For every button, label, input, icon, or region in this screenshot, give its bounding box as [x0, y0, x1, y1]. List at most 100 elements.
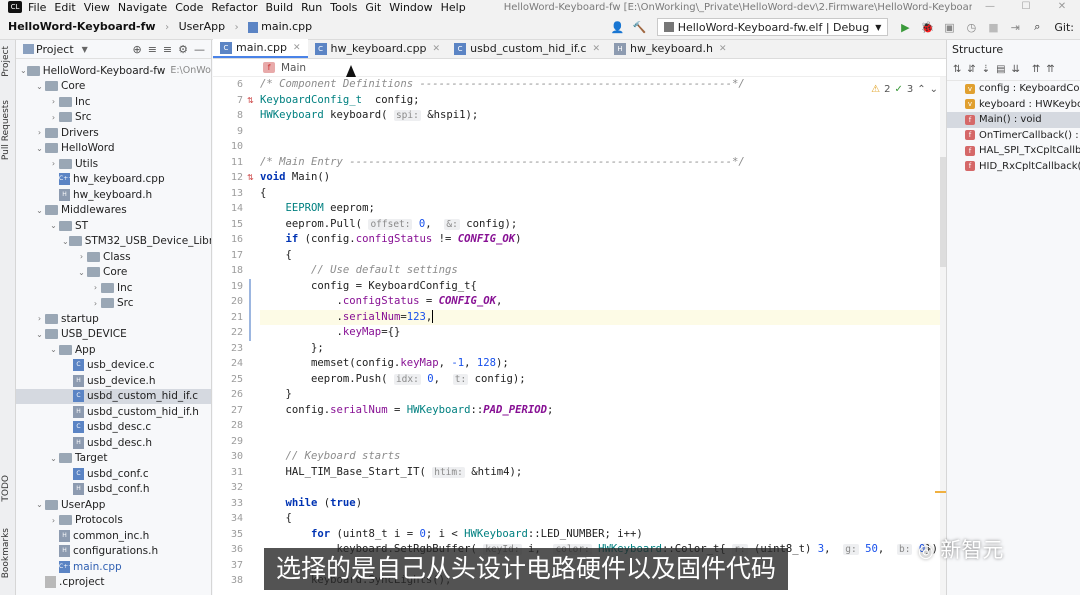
breadcrumb-folder[interactable]: UserApp [179, 20, 226, 33]
tree-folder[interactable]: › Protocols [16, 513, 211, 529]
stop-icon[interactable]: ■ [985, 19, 1001, 35]
tree-file[interactable]: C++ main.cpp [16, 559, 211, 575]
chevron-right-icon[interactable]: › [48, 159, 59, 168]
tab-usbd_custom_hid_if-c[interactable]: Cusbd_custom_hid_if.c ✕ [447, 39, 607, 58]
expand-icon[interactable]: ⇊ [1012, 64, 1020, 75]
tree-folder[interactable]: › Drivers [16, 125, 211, 141]
menu-item-window[interactable]: Window [389, 1, 432, 14]
tree-folder[interactable]: ⌄ ST [16, 218, 211, 234]
chevron-down-icon[interactable]: ⌄ [34, 144, 45, 153]
chevron-right-icon[interactable]: › [34, 128, 45, 137]
menu-item-refactor[interactable]: Refactor [211, 1, 257, 14]
menu-item-help[interactable]: Help [441, 1, 466, 14]
breadcrumb-file[interactable]: main.cpp [261, 20, 312, 33]
menu-item-file[interactable]: File [28, 1, 46, 14]
tree-folder[interactable]: › Inc [16, 280, 211, 296]
minimize-icon[interactable]: — [972, 0, 1008, 14]
show-fields-icon[interactable]: ⇣ [982, 64, 990, 75]
chevron-right-icon[interactable]: › [90, 283, 101, 292]
tab-hw_keyboard-h[interactable]: Hhw_keyboard.h ✕ [607, 39, 734, 58]
locate-icon[interactable]: ⊕ [132, 43, 141, 56]
todo-tool-button[interactable]: TODO [1, 475, 11, 502]
hide-icon[interactable]: — [194, 43, 205, 56]
structure-item[interactable]: f OnTimerCallback() : void [947, 128, 1080, 144]
close-tab-icon[interactable]: ✕ [293, 43, 301, 53]
expand-all-icon[interactable]: ≡ [148, 43, 157, 56]
tree-file[interactable]: Cusb_device.c [16, 358, 211, 374]
chevron-right-icon[interactable]: › [48, 516, 59, 525]
coverage-icon[interactable]: ▣ [941, 19, 957, 35]
structure-item[interactable]: f HID_RxCpltCallback(uint8_t*) [947, 159, 1080, 175]
chevron-right-icon[interactable]: › [76, 252, 87, 261]
tree-file[interactable]: .cproject [16, 575, 211, 591]
chevron-down-icon[interactable]: ⌄ [20, 66, 27, 75]
debug-icon[interactable]: 🐞 [919, 19, 935, 35]
chevron-down-icon[interactable]: ⌄ [34, 82, 45, 91]
show-inherited-icon[interactable]: ▤ [996, 64, 1005, 75]
tree-file[interactable]: Cusbd_conf.c [16, 466, 211, 482]
bookmarks-tool-button[interactable]: Bookmarks [1, 528, 11, 578]
chevron-down-icon[interactable]: ▼ [82, 45, 88, 54]
search-icon[interactable]: ⌕ [1029, 19, 1045, 35]
chevron-right-icon[interactable]: › [48, 97, 59, 106]
menu-item-code[interactable]: Code [175, 1, 203, 14]
tree-folder[interactable]: ⌄ STM32_USB_Device_Librar [16, 234, 211, 250]
close-tab-icon[interactable]: ✕ [719, 44, 727, 54]
menu-item-git[interactable]: Git [365, 1, 381, 14]
tree-folder[interactable]: › Utils [16, 156, 211, 172]
tree-file[interactable]: Husbd_desc.h [16, 435, 211, 451]
tree-file[interactable]: Hhw_keyboard.h [16, 187, 211, 203]
tab-hw_keyboard-cpp[interactable]: Chw_keyboard.cpp ✕ [308, 39, 448, 58]
structure-item[interactable]: f Main() : void [947, 112, 1080, 128]
tab-main-cpp[interactable]: Cmain.cpp ✕ [213, 39, 308, 58]
attach-icon[interactable]: ⇥ [1007, 19, 1023, 35]
function-breadcrumb[interactable]: Main [281, 62, 306, 74]
tree-file[interactable]: Hcommon_inc.h [16, 528, 211, 544]
run-icon[interactable]: ▶ [897, 19, 913, 35]
menu-item-navigate[interactable]: Navigate [118, 1, 167, 14]
chevron-down-icon[interactable]: ⌄ [48, 454, 59, 463]
collapse-icon[interactable]: ⇈ [1032, 64, 1040, 75]
inspection-widget[interactable]: ⚠ 2 ✓ 3 ⌃ ⌄ [871, 84, 938, 95]
override-marker-icon[interactable]: ⇅ [247, 93, 255, 109]
code-area[interactable]: /* Component Definitions ---------------… [260, 77, 940, 595]
menu-item-run[interactable]: Run [301, 1, 322, 14]
pull-requests-tool-button[interactable]: Pull Requests [1, 100, 11, 160]
tree-folder[interactable]: › Src [16, 296, 211, 312]
breadcrumb-project[interactable]: HelloWord-Keyboard-fw [8, 20, 156, 33]
override-marker-icon[interactable]: ⇅ [247, 170, 255, 186]
structure-item[interactable]: v keyboard : HWKeyboard [947, 97, 1080, 113]
project-tool-button[interactable]: Project [1, 46, 11, 77]
chevron-right-icon[interactable]: › [48, 113, 59, 122]
tree-folder[interactable]: ⌄ Core [16, 265, 211, 281]
run-configuration-select[interactable]: HelloWord-Keyboard-fw.elf | Debug ▼ [656, 18, 889, 36]
tree-file[interactable]: Cusbd_desc.c [16, 420, 211, 436]
tree-folder[interactable]: › Inc [16, 94, 211, 110]
profile-icon[interactable]: ◷ [963, 19, 979, 35]
sort-alpha-icon[interactable]: ⇅ [953, 64, 961, 75]
tree-folder[interactable]: ⌄ HelloWord-Keyboard-fw E:\OnWor [16, 63, 211, 79]
settings-gear-icon[interactable]: ⚙ [178, 43, 188, 56]
close-tab-icon[interactable]: ✕ [433, 44, 441, 54]
tree-file[interactable]: Husbd_custom_hid_if.h [16, 404, 211, 420]
tree-folder[interactable]: ⌄ Target [16, 451, 211, 467]
menu-item-build[interactable]: Build [266, 1, 294, 14]
chevron-down-icon[interactable]: ⌄ [930, 84, 938, 95]
tree-file[interactable]: Hconfigurations.h [16, 544, 211, 560]
tree-folder[interactable]: ⌄ Core [16, 79, 211, 95]
tree-file[interactable]: Husb_device.h [16, 373, 211, 389]
menu-item-view[interactable]: View [84, 1, 110, 14]
tree-file[interactable]: Husbd_conf.h [16, 482, 211, 498]
tree-folder[interactable]: ⌄ USB_DEVICE [16, 327, 211, 343]
chevron-down-icon[interactable]: ⌄ [48, 221, 59, 230]
chevron-up-icon[interactable]: ⌃ [917, 84, 925, 95]
chevron-right-icon[interactable]: › [90, 299, 101, 308]
collapse-all-icon[interactable]: ≡ [163, 43, 172, 56]
chevron-down-icon[interactable]: ⌄ [34, 500, 45, 509]
chevron-right-icon[interactable]: › [34, 314, 45, 323]
sort-visibility-icon[interactable]: ⇵ [967, 64, 975, 75]
menu-item-tools[interactable]: Tools [330, 1, 357, 14]
tree-folder[interactable]: ⌄ Middlewares [16, 203, 211, 219]
close-tab-icon[interactable]: ✕ [592, 44, 600, 54]
project-view-selector[interactable]: Project [36, 43, 74, 56]
